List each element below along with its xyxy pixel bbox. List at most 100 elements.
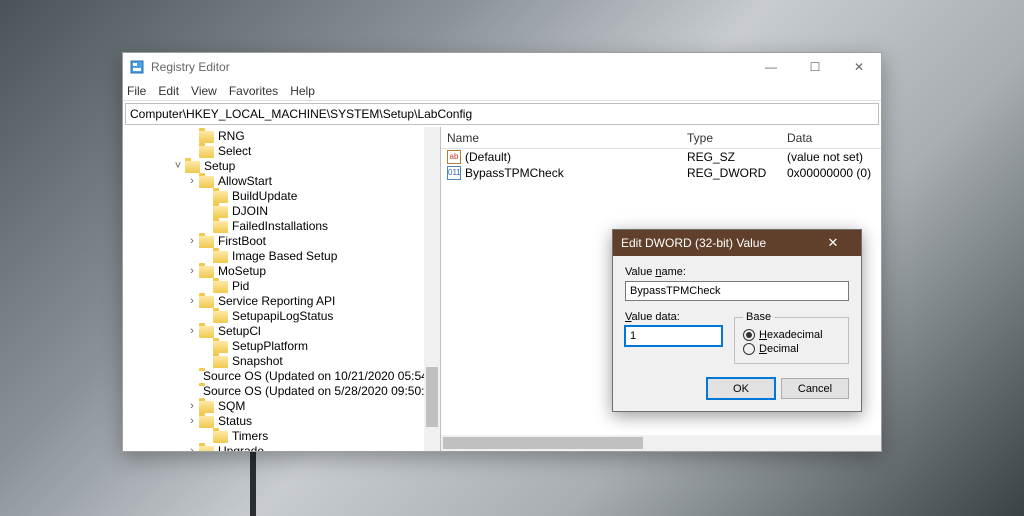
tree-item-label: SetupCl <box>218 324 261 339</box>
tree-item[interactable]: ›SQM <box>123 399 440 414</box>
tree-item-label: DJOIN <box>232 204 268 219</box>
radio-icon <box>743 329 755 341</box>
tree-item[interactable]: ›Upgrade <box>123 444 440 451</box>
folder-icon <box>213 311 228 323</box>
column-type[interactable]: Type <box>681 131 781 145</box>
tree-item[interactable]: Image Based Setup <box>123 249 440 264</box>
radio-hexadecimal[interactable]: Hexadecimal <box>743 329 840 341</box>
dialog-title: Edit DWORD (32-bit) Value <box>621 236 766 250</box>
chevron-down-icon[interactable]: ˅ <box>171 159 185 174</box>
folder-icon <box>199 326 214 338</box>
tree-item[interactable]: › Status <box>123 414 440 429</box>
tree-item-label: SetupapiLogStatus <box>232 309 333 324</box>
list-row[interactable]: ab(Default)REG_SZ(value not set) <box>441 149 881 165</box>
menu-favorites[interactable]: Favorites <box>229 84 278 98</box>
chevron-right-icon[interactable]: › <box>185 264 199 279</box>
maximize-button[interactable]: ☐ <box>793 53 837 81</box>
tree-item[interactable]: Snapshot <box>123 354 440 369</box>
tree-item[interactable]: Timers <box>123 429 440 444</box>
folder-icon <box>199 401 214 413</box>
value-name-label: Value name: <box>625 266 849 278</box>
dialog-titlebar[interactable]: Edit DWORD (32-bit) Value ✕ <box>613 230 861 256</box>
folder-icon <box>213 251 228 263</box>
column-name[interactable]: Name <box>441 131 681 145</box>
folder-icon <box>185 161 200 173</box>
folder-icon <box>213 281 228 293</box>
tree-item[interactable]: ˅ Setup <box>123 159 440 174</box>
radio-decimal[interactable]: Decimal <box>743 343 840 355</box>
folder-icon <box>199 446 214 452</box>
tree-item[interactable]: DJOIN <box>123 204 440 219</box>
tree-item-label: Snapshot <box>232 354 283 369</box>
tree-item[interactable]: SetupPlatform <box>123 339 440 354</box>
base-group: Base Hexadecimal Decimal <box>734 311 849 364</box>
dialog-close-button[interactable]: ✕ <box>813 235 853 251</box>
tree-item[interactable]: ›MoSetup <box>123 264 440 279</box>
folder-icon <box>199 131 214 143</box>
tree-item[interactable]: ›Service Reporting API <box>123 294 440 309</box>
chevron-right-icon[interactable]: › <box>185 174 199 189</box>
column-data[interactable]: Data <box>781 131 881 145</box>
folder-icon <box>213 206 228 218</box>
list-hscrollbar[interactable] <box>441 435 881 451</box>
chevron-right-icon[interactable]: › <box>185 414 199 429</box>
cancel-button[interactable]: Cancel <box>781 378 849 399</box>
folder-icon <box>213 191 228 203</box>
tree-item[interactable]: Source OS (Updated on 10/21/2020 05:54:5… <box>123 369 440 384</box>
tree-item[interactable]: › AllowStart <box>123 174 440 189</box>
minimize-button[interactable]: — <box>749 53 793 81</box>
menu-edit[interactable]: Edit <box>158 84 179 98</box>
list-row[interactable]: 011 BypassTPMCheck REG_DWORD0x00000000 (0) <box>441 165 881 181</box>
value-name: BypassTPMCheck <box>465 166 564 180</box>
tree-item[interactable]: FailedInstallations <box>123 219 440 234</box>
tree-item[interactable]: Select <box>123 144 440 159</box>
string-value-icon: ab <box>447 150 461 164</box>
folder-icon <box>213 341 228 353</box>
tree-item[interactable]: SetupapiLogStatus <box>123 309 440 324</box>
chevron-right-icon[interactable]: › <box>185 399 199 414</box>
tree-item-label: AllowStart <box>218 174 272 189</box>
tree-scrollbar[interactable] <box>424 127 440 451</box>
titlebar[interactable]: Registry Editor — ☐ ✕ <box>123 53 881 81</box>
tree-item-label: Source OS (Updated on 10/21/2020 05:54:5… <box>203 369 441 384</box>
value-name-input[interactable] <box>625 281 849 301</box>
tree-item-label: BuildUpdate <box>232 189 297 204</box>
list-header: Name Type Data <box>441 127 881 149</box>
radio-icon <box>743 343 755 355</box>
close-button[interactable]: ✕ <box>837 53 881 81</box>
tree-item[interactable]: BuildUpdate <box>123 189 440 204</box>
value-type: REG_DWORD <box>681 166 781 180</box>
edit-dword-dialog: Edit DWORD (32-bit) Value ✕ Value name: … <box>612 229 862 412</box>
value-data-input[interactable] <box>625 326 722 346</box>
chevron-right-icon[interactable]: › <box>185 444 199 451</box>
folder-icon <box>199 146 214 158</box>
tree-item-label: Setup <box>204 159 235 174</box>
chevron-right-icon[interactable]: › <box>185 324 199 339</box>
tree-item[interactable]: RNG <box>123 129 440 144</box>
tree-item[interactable]: Pid <box>123 279 440 294</box>
folder-icon <box>213 221 228 233</box>
chevron-right-icon[interactable]: › <box>185 234 199 249</box>
base-legend: Base <box>743 311 774 323</box>
chevron-right-icon[interactable]: › <box>185 294 199 309</box>
menu-file[interactable]: File <box>127 84 146 98</box>
folder-icon <box>199 296 214 308</box>
address-bar[interactable]: Computer\HKEY_LOCAL_MACHINE\SYSTEM\Setup… <box>125 103 879 125</box>
tree-item-label: Select <box>218 144 251 159</box>
tree-item-label: Status <box>218 414 252 429</box>
tree-item[interactable]: › FirstBoot <box>123 234 440 249</box>
tree-item[interactable]: › SetupCl <box>123 324 440 339</box>
tree-item-label: Pid <box>232 279 249 294</box>
tree-item-label: RNG <box>218 129 245 144</box>
tree-item-label: Timers <box>232 429 268 444</box>
folder-icon <box>199 266 214 278</box>
binary-value-icon: 011 <box>447 166 461 180</box>
menu-view[interactable]: View <box>191 84 217 98</box>
value-data: 0x00000000 (0) <box>781 166 881 180</box>
ok-button[interactable]: OK <box>707 378 775 399</box>
tree-item-label: FirstBoot <box>218 234 266 249</box>
tree-item[interactable]: Source OS (Updated on 5/28/2020 09:50:15… <box>123 384 440 399</box>
folder-icon <box>199 416 214 428</box>
menu-help[interactable]: Help <box>290 84 315 98</box>
window-title: Registry Editor <box>151 60 749 74</box>
